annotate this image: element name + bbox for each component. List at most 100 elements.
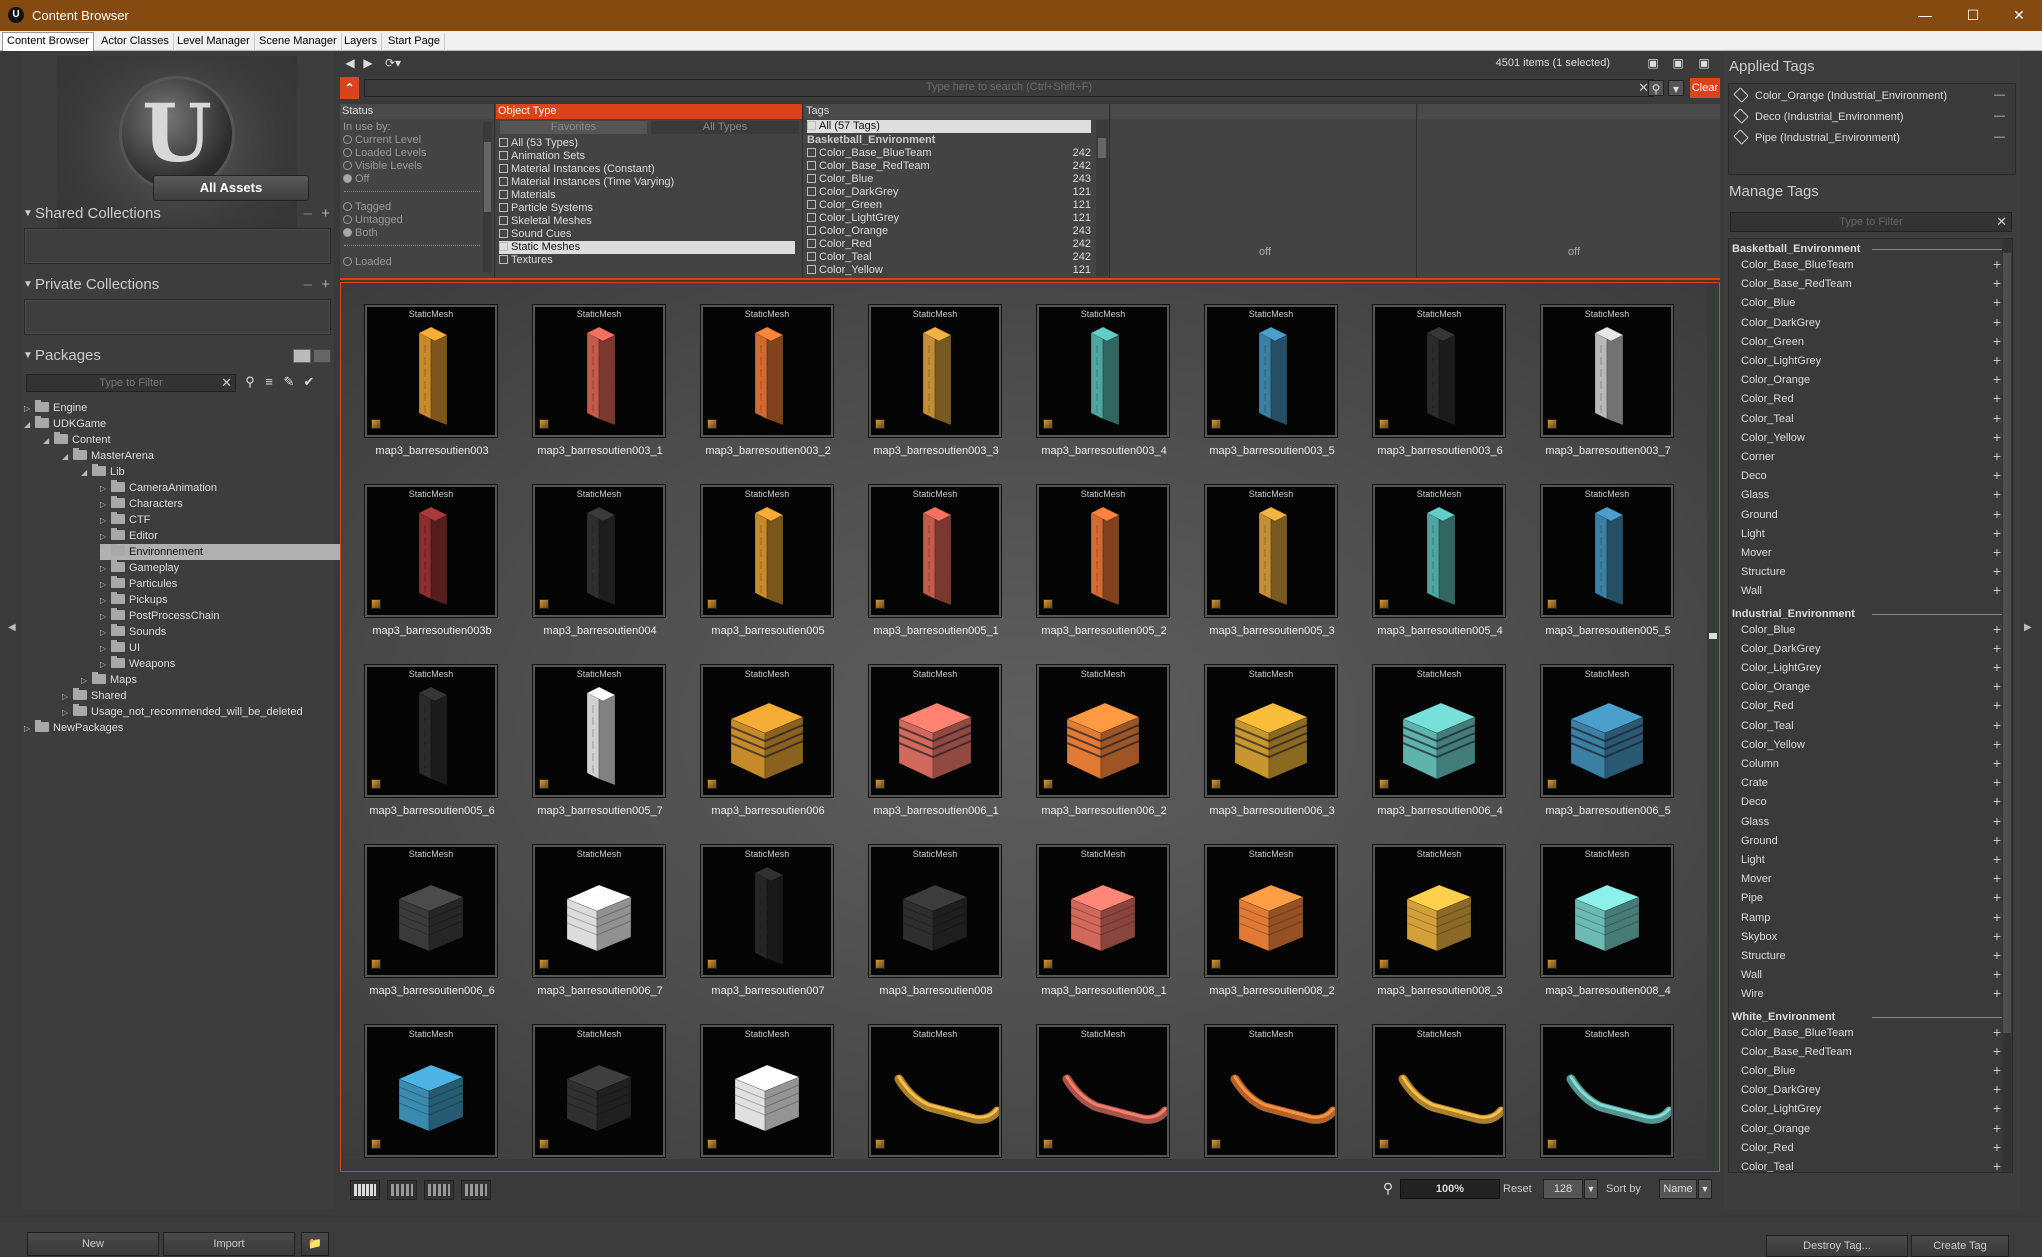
asset-name-label[interactable]: map3_barresoutien006_5 <box>1524 805 1692 817</box>
add-tag-icon[interactable]: + <box>1993 449 2001 463</box>
remove-collection-icon[interactable]: – <box>304 204 312 224</box>
tree-item-gameplay[interactable]: ▷ Gameplay <box>100 560 179 576</box>
checkbox-icon[interactable] <box>499 190 508 199</box>
checkbox-icon[interactable] <box>807 226 816 235</box>
asset-thumbnail[interactable]: StaticMesh <box>1037 665 1169 797</box>
tree-item-editor[interactable]: ▷ Editor <box>100 528 158 544</box>
radio-loaded[interactable]: Loaded <box>343 256 392 269</box>
add-tag-icon[interactable]: + <box>1993 871 2001 885</box>
collapsed-arrow-icon[interactable]: ▷ <box>62 689 73 705</box>
tag-filter-checkbox[interactable]: Color_Orange 243 <box>807 225 1091 238</box>
asset-thumbnail[interactable]: StaticMesh <box>1541 665 1673 797</box>
add-tag-icon[interactable]: + <box>1993 526 2001 540</box>
manage-tag-item[interactable]: Color_Red + <box>1741 391 2001 406</box>
tree-item-characters[interactable]: ▷ Characters <box>100 496 183 512</box>
tree-item-usage_not_recommended_will_be_deleted[interactable]: ▷ Usage_not_recommended_will_be_deleted <box>62 704 303 720</box>
asset-thumbnail[interactable]: StaticMesh <box>1205 305 1337 437</box>
forward-arrow-icon[interactable]: ▶ <box>360 55 376 71</box>
asset-thumbnail[interactable]: StaticMesh <box>869 305 1001 437</box>
radio-tagged[interactable]: Tagged <box>343 201 391 214</box>
asset-thumbnail[interactable]: StaticMesh <box>1541 485 1673 617</box>
asset-thumbnail[interactable]: StaticMesh <box>869 665 1001 797</box>
collapsed-arrow-icon[interactable]: ▷ <box>100 609 111 625</box>
tab-level-manager[interactable]: Level Manager <box>173 33 255 51</box>
manage-tag-item[interactable]: Skybox + <box>1741 929 2001 944</box>
add-tag-icon[interactable]: + <box>1993 833 2001 847</box>
sort-select[interactable]: Name <box>1659 1179 1697 1199</box>
zoom-field[interactable]: 100% <box>1400 1179 1500 1199</box>
manage-tag-item[interactable]: Color_Yellow + <box>1741 737 2001 752</box>
add-tag-icon[interactable]: + <box>1993 641 2001 655</box>
tag-filter-checkbox[interactable]: Color_Yellow 121 <box>807 264 1091 277</box>
applied-tag[interactable]: Color_Orange (Industrial_Environment) — <box>1733 87 2011 103</box>
collapsed-arrow-icon[interactable]: ▷ <box>100 641 111 657</box>
asset-name-label[interactable]: map3_barresoutien003_6 <box>1356 445 1524 457</box>
asset-name-label[interactable]: map3_barresoutien005_5 <box>1524 625 1692 637</box>
manage-tag-item[interactable]: Color_Green + <box>1741 334 2001 349</box>
asset-name-label[interactable]: map3_barresoutien005_4 <box>1356 625 1524 637</box>
private-collections-list[interactable] <box>24 299 331 335</box>
object-type-checkbox[interactable]: Material Instances (Time Varying) <box>499 176 674 189</box>
manage-tag-item[interactable]: Deco + <box>1741 794 2001 809</box>
pencil-icon[interactable]: ✎ <box>281 374 297 390</box>
applied-tag[interactable]: Deco (Industrial_Environment) — <box>1733 108 2011 124</box>
collapsed-arrow-icon[interactable]: ▷ <box>100 529 111 545</box>
refresh-icon[interactable]: ⟳▾ <box>380 55 406 71</box>
private-collections-header[interactable]: ▼ Private Collections – + <box>21 275 334 295</box>
asset-thumbnail[interactable]: StaticMesh <box>533 305 665 437</box>
radio-loaded-levels[interactable]: Loaded Levels <box>343 147 427 160</box>
asset-name-label[interactable]: map3_barresoutien005_6 <box>348 805 516 817</box>
tag-filter-checkbox[interactable]: Color_Red 242 <box>807 238 1091 251</box>
size-dropdown-icon[interactable]: ▼ <box>1584 1179 1598 1199</box>
add-tag-icon[interactable]: + <box>1993 1159 2001 1172</box>
asset-thumbnail[interactable]: StaticMesh <box>701 665 833 797</box>
collapsed-arrow-icon[interactable]: ▷ <box>100 513 111 529</box>
tree-item-ui[interactable]: ▷ UI <box>100 640 140 656</box>
tab-scene-manager[interactable]: Scene Manager <box>255 33 342 51</box>
add-tag-icon[interactable]: + <box>1993 794 2001 808</box>
add-tag-icon[interactable]: + <box>1993 334 2001 348</box>
object-type-checkbox[interactable]: Materials <box>499 189 556 202</box>
manage-tag-item[interactable]: Color_Base_BlueTeam + <box>1741 1025 2001 1040</box>
collapsed-arrow-icon[interactable]: ▷ <box>100 481 111 497</box>
collapsed-arrow-icon[interactable]: ▷ <box>100 625 111 641</box>
checkbox-icon[interactable] <box>807 187 816 196</box>
tree-item-sounds[interactable]: ▷ Sounds <box>100 624 166 640</box>
all-assets-button[interactable]: All Assets <box>153 175 309 201</box>
collapsed-arrow-icon[interactable]: ▷ <box>100 657 111 673</box>
asset-thumbnail[interactable]: StaticMesh <box>1373 485 1505 617</box>
add-tag-icon[interactable]: + <box>1993 1063 2001 1077</box>
close-icon[interactable]: ✕ <box>1996 0 2042 31</box>
manage-tag-item[interactable]: Wire + <box>1741 986 2001 1001</box>
asset-name-label[interactable]: map3_barresoutien008 <box>852 985 1020 997</box>
tab-layers[interactable]: Layers <box>340 33 383 51</box>
view-mode-grid-small-icon[interactable] <box>424 1180 454 1200</box>
object-type-checkbox[interactable]: Animation Sets <box>499 150 585 163</box>
collapsed-arrow-icon[interactable]: ▷ <box>100 593 111 609</box>
asset-thumbnail[interactable]: StaticMesh <box>533 665 665 797</box>
radio-untagged[interactable]: Untagged <box>343 214 403 227</box>
asset-name-label[interactable]: map3_barresoutien007 <box>684 985 852 997</box>
add-tag-icon[interactable]: + <box>1993 487 2001 501</box>
asset-thumbnail[interactable]: StaticMesh <box>365 845 497 977</box>
tree-item-shared[interactable]: ▷ Shared <box>62 688 126 704</box>
manage-tag-item[interactable]: Light + <box>1741 852 2001 867</box>
add-tag-icon[interactable]: + <box>1993 276 2001 290</box>
asset-thumbnail[interactable]: StaticMesh <box>1037 305 1169 437</box>
add-tag-icon[interactable]: + <box>1993 257 2001 271</box>
asset-thumbnail[interactable]: StaticMesh <box>1541 305 1673 437</box>
tree-item-ctf[interactable]: ▷ CTF <box>100 512 150 528</box>
add-tag-icon[interactable]: + <box>1993 737 2001 751</box>
manage-tag-item[interactable]: Mover + <box>1741 871 2001 886</box>
view-mode-grid-large-icon[interactable] <box>461 1180 491 1200</box>
tag-filter-checkbox[interactable]: Color_Blue 243 <box>807 173 1091 186</box>
asset-thumbnail[interactable]: StaticMesh <box>533 845 665 977</box>
checkbox-icon[interactable] <box>807 265 816 274</box>
add-tag-icon[interactable]: + <box>1993 910 2001 924</box>
asset-name-label[interactable]: map3_barresoutien003_7 <box>1524 445 1692 457</box>
asset-name-label[interactable]: map3_barresoutien006 <box>684 805 852 817</box>
add-tag-icon[interactable]: + <box>1993 507 2001 521</box>
asset-thumbnail[interactable]: StaticMesh <box>365 665 497 797</box>
asset-thumbnail[interactable]: StaticMesh <box>1205 665 1337 797</box>
checkbox-icon[interactable] <box>499 255 508 264</box>
